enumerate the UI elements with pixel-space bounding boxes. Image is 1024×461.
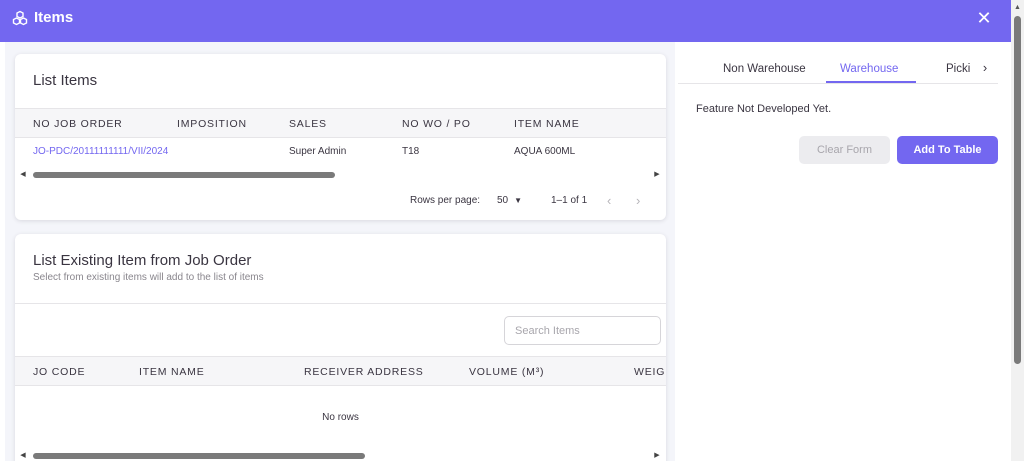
next-page-icon[interactable]: › <box>636 194 640 208</box>
existing-items-subtitle: Select from existing items will add to t… <box>33 272 264 283</box>
horizontal-scrollbar[interactable]: ◀ ▶ <box>15 451 666 461</box>
existing-items-title: List Existing Item from Job Order <box>33 252 252 269</box>
empty-state: No rows <box>322 412 359 423</box>
existing-items-card: List Existing Item from Job Order Select… <box>15 234 666 461</box>
tab-bar: Non Warehouse Warehouse Picking › <box>678 54 998 84</box>
scrollbar-thumb[interactable] <box>1014 16 1021 364</box>
list-items-card: List Items NO JOB ORDER IMPOSITION SALES… <box>15 54 666 220</box>
search-field[interactable] <box>504 316 661 345</box>
column-header-item-name[interactable]: ITEM NAME <box>514 118 580 130</box>
cell-no-job-order[interactable]: JO-PDC/20111111111/VII/2024 <box>33 146 168 158</box>
rows-per-page-value: 50 <box>497 195 509 206</box>
clear-form-button[interactable]: Clear Form <box>799 136 890 164</box>
column-header-no-job-order[interactable]: NO JOB ORDER <box>33 118 123 130</box>
feature-message: Feature Not Developed Yet. <box>696 103 832 115</box>
chevron-right-icon[interactable]: › <box>978 60 992 76</box>
tab-picking[interactable]: Picking <box>946 62 970 76</box>
add-to-table-button[interactable]: Add To Table <box>897 136 998 164</box>
scroll-left-icon[interactable]: ◀ <box>19 171 27 179</box>
horizontal-scrollbar[interactable]: ◀ ▶ <box>15 170 666 180</box>
column-header-imposition[interactable]: IMPOSITION <box>177 118 247 130</box>
scroll-left-icon[interactable]: ◀ <box>19 452 27 460</box>
column-header-jo-code[interactable]: JO CODE <box>33 366 85 378</box>
scroll-up-icon[interactable]: ▲ <box>1014 4 1021 12</box>
scroll-right-icon[interactable]: ▶ <box>653 171 661 179</box>
dialog-title: Items <box>34 9 74 26</box>
caret-down-icon: ▼ <box>514 196 523 205</box>
boxes-icon <box>12 10 28 26</box>
column-header-sales[interactable]: SALES <box>289 118 327 130</box>
list-items-table-header: NO JOB ORDER IMPOSITION SALES NO WO / PO… <box>15 108 666 138</box>
column-header-receiver-address[interactable]: RECEIVER ADDRESS <box>304 366 424 378</box>
rows-per-page-label: Rows per page: <box>410 195 481 206</box>
existing-items-table-header: JO CODE ITEM NAME RECEIVER ADDRESS VOLUM… <box>15 356 666 386</box>
pagination-range: 1–1 of 1 <box>551 195 588 206</box>
vertical-scrollbar[interactable]: ▲ <box>1011 0 1024 461</box>
cell-sales: Super Admin <box>289 146 347 157</box>
scrollbar-thumb[interactable] <box>33 172 335 178</box>
column-header-item-name[interactable]: ITEM NAME <box>139 366 205 378</box>
cell-no-wo-po: T18 <box>402 146 420 157</box>
tab-warehouse[interactable]: Warehouse <box>840 62 898 76</box>
search-input[interactable] <box>505 317 660 344</box>
list-items-title: List Items <box>33 72 98 89</box>
close-icon[interactable]: ✕ <box>974 8 994 28</box>
column-header-volume[interactable]: VOLUME (M³) <box>469 366 544 378</box>
active-tab-indicator <box>826 81 916 83</box>
scrollbar-thumb[interactable] <box>33 453 365 459</box>
column-header-no-wo-po[interactable]: NO WO / PO <box>402 118 471 130</box>
column-header-weight[interactable]: WEIGH <box>634 366 666 378</box>
prev-page-icon[interactable]: ‹ <box>607 194 611 208</box>
rows-per-page-select[interactable]: 50 ▼ <box>497 195 522 207</box>
divider <box>15 303 666 304</box>
dialog-header: Items ✕ <box>0 0 1024 42</box>
cell-item-name: AQUA 600ML <box>514 146 576 157</box>
tab-non-warehouse[interactable]: Non Warehouse <box>723 62 806 76</box>
scroll-right-icon[interactable]: ▶ <box>653 452 661 460</box>
